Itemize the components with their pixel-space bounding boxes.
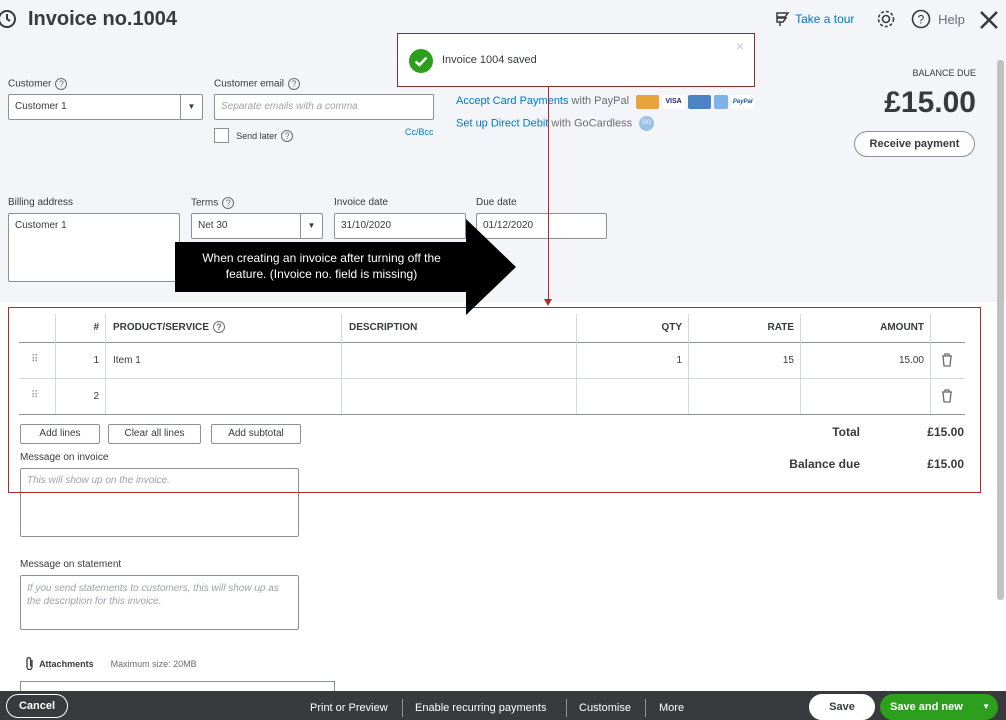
accept-cards-row: Accept Card Payments with PayPal [456,95,630,107]
terms-help-icon[interactable]: ? [222,197,235,209]
save-button[interactable]: Save [809,694,875,720]
mastercard-icon [636,95,659,109]
print-preview-button[interactable]: Print or Preview [310,702,388,714]
save-and-new-label: Save and new [890,701,963,713]
cancel-button[interactable]: Cancel [6,694,68,718]
annotation-connector-line [548,87,549,301]
due-date-label: Due date [476,197,517,208]
help-icon: ? [911,9,931,29]
maestro-icon [688,95,712,109]
attachments-label: Attachments [39,659,94,669]
take-a-tour-link[interactable]: Take a tour [774,10,854,30]
receive-payment-button[interactable]: Receive payment [854,131,975,157]
attachments-max-size: Maximum size: 20MB [110,659,197,669]
customer-email-input[interactable]: Separate emails with a comma [214,94,434,120]
send-later-label: Send later [236,130,278,141]
annotation-line-2: feature. (Invoice no. field is missing) [225,267,418,281]
toast-close-icon[interactable]: × [736,38,744,54]
balance-due-amount: £15.00 [884,86,976,119]
paypal-icon: PayPal [731,95,755,109]
visa-icon: VISA [662,95,686,109]
enable-recurring-button[interactable]: Enable recurring payments [415,702,546,714]
customise-button[interactable]: Customise [579,702,631,714]
help-button[interactable]: ? Help [911,9,965,29]
direct-debit-row: Set up Direct Debit with GoCardless GO [456,116,655,131]
annotation-callout: When creating an invoice after turning o… [175,242,468,292]
annotation-highlight-box [8,307,981,493]
check-circle-icon [409,49,433,73]
chevron-down-icon[interactable]: ▼ [982,694,990,720]
footer-bar: Cancel Print or Preview Enable recurring… [0,691,1006,720]
paperclip-icon [26,657,33,671]
invoice-date-label: Invoice date [334,197,388,208]
billing-address-label: Billing address [8,197,74,208]
cc-bcc-link[interactable]: Cc/Bcc [405,127,434,137]
send-later-checkbox[interactable] [214,128,229,143]
direct-debit-link[interactable]: Set up Direct Debit [456,117,548,129]
terms-select[interactable]: Net 30 ▼ [191,213,323,239]
terms-label: Terms? [191,197,235,209]
customer-help-icon[interactable]: ? [55,78,68,90]
chevron-down-icon[interactable]: ▼ [180,95,202,119]
settings-gear-icon[interactable] [876,9,896,29]
save-and-new-button[interactable]: Save and new ▼ [880,694,998,720]
message-statement-label: Message on statement [20,559,122,570]
annotation-connector-arrowhead [544,299,552,306]
message-statement-textarea[interactable]: If you send statements to customers, thi… [20,575,299,630]
customer-label: Customer? [8,78,68,90]
help-label: Help [938,11,965,27]
toast-message: Invoice 1004 saved [442,54,537,66]
annotation-arrow-icon [466,219,516,315]
send-later-checkbox-row[interactable]: Send later? [214,128,294,143]
tour-icon [776,12,790,26]
email-help-icon[interactable]: ? [288,78,301,90]
take-a-tour-label: Take a tour [795,12,855,26]
accept-cards-link[interactable]: Accept Card Payments [456,95,569,107]
invoice-date-input[interactable]: 31/10/2020 [334,213,466,239]
customer-email-label: Customer email? [214,78,301,90]
attachments-row: Attachments Maximum size: 20MB [24,656,197,672]
scrollbar[interactable] [997,60,1004,600]
billing-address-input[interactable]: Customer 1 [8,213,180,282]
history-icon[interactable] [0,8,18,30]
gocardless-icon: GO [639,116,655,131]
customer-select[interactable]: Customer 1 ▼ [8,94,203,120]
amex-icon [714,95,729,109]
balance-due-label: BALANCE DUE [912,68,976,78]
send-later-help-icon[interactable]: ? [281,129,294,142]
close-icon[interactable] [978,9,1000,31]
card-logos: VISA PayPal [636,95,755,109]
svg-text:?: ? [918,13,925,27]
saved-toast: Invoice 1004 saved × [397,33,755,87]
more-button[interactable]: More [659,702,684,714]
page-title: Invoice no.1004 [28,8,177,30]
annotation-line-1: When creating an invoice after turning o… [202,251,441,265]
chevron-down-icon[interactable]: ▼ [300,214,322,238]
